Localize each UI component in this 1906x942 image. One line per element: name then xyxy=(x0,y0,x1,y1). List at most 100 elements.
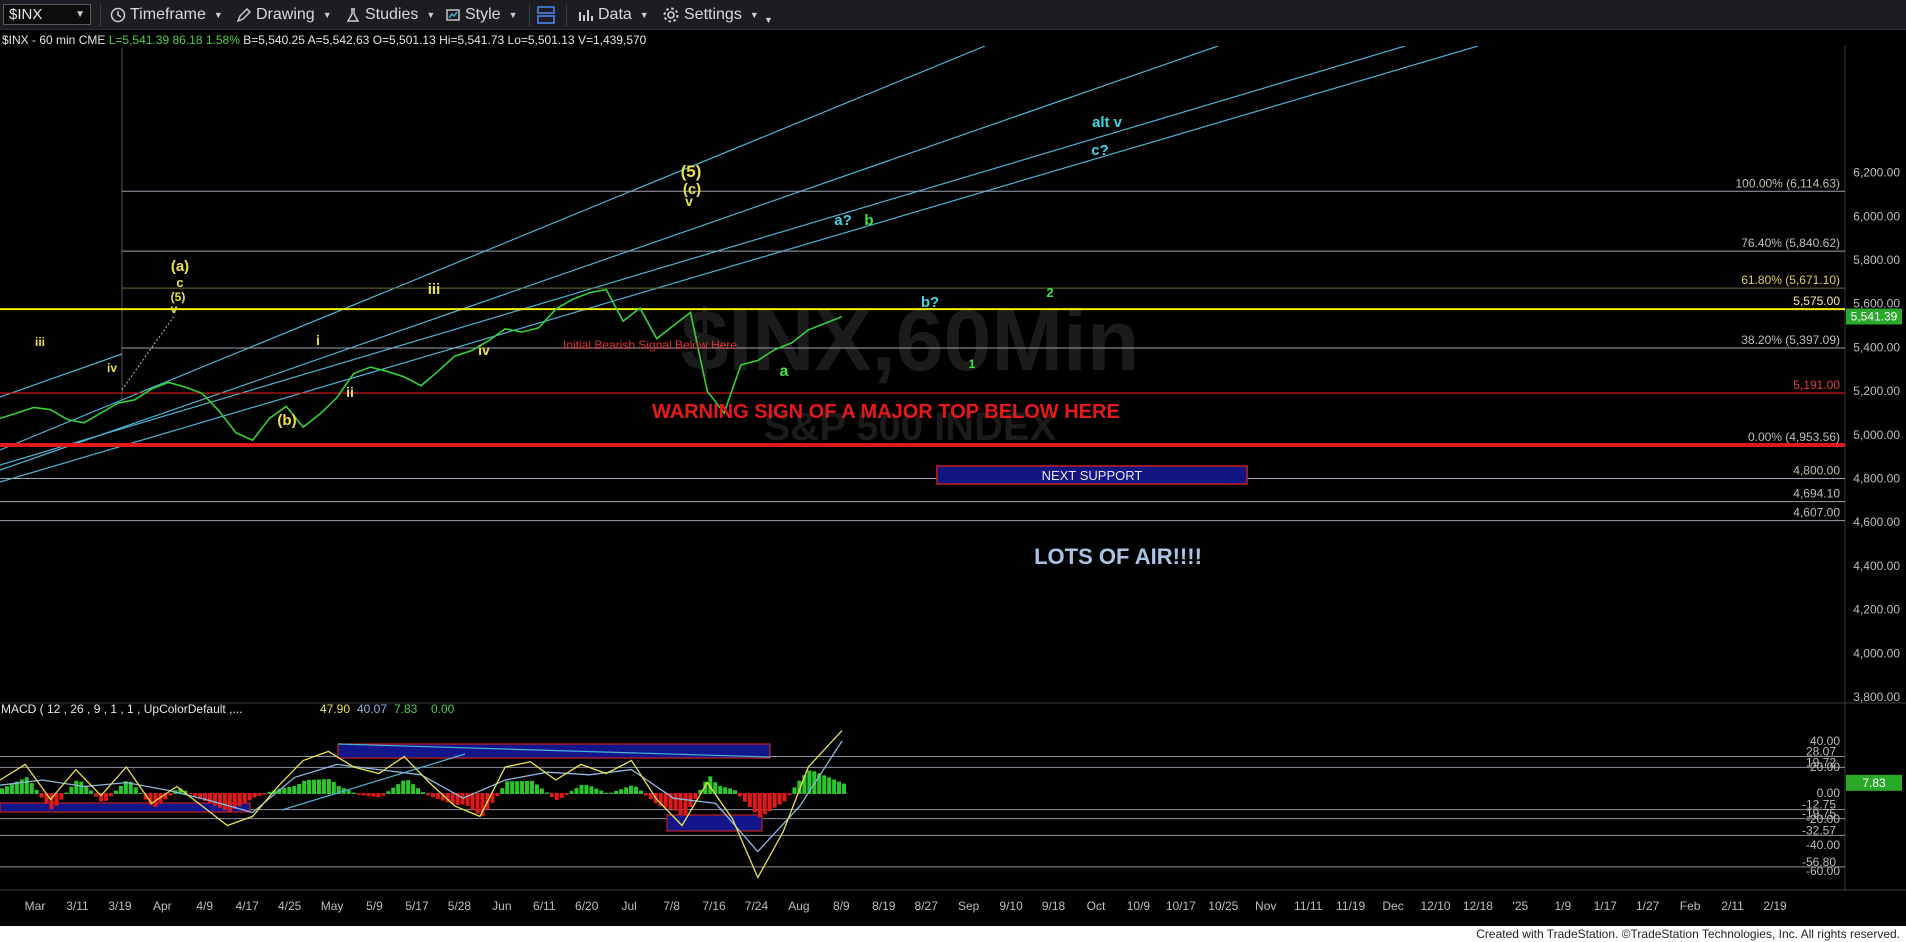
last-price-value: 5,541.39 xyxy=(1851,310,1898,324)
macd-histogram-bar xyxy=(49,793,54,810)
time-axis-tick: 8/19 xyxy=(872,899,896,913)
time-axis-tick: 7/8 xyxy=(663,899,680,913)
macd-histogram-bar xyxy=(495,793,500,796)
wave-label: a xyxy=(780,363,789,380)
macd-histogram-bar xyxy=(673,793,678,811)
price-axis-tick: 5,200.00 xyxy=(1853,384,1900,398)
macd-histogram-bar xyxy=(416,788,421,794)
drawing-button[interactable]: Drawing ▼ xyxy=(236,5,332,25)
price-axis-tick: 5,800.00 xyxy=(1853,253,1900,267)
macd-histogram-bar xyxy=(430,793,435,798)
time-axis-tick: 11/11 xyxy=(1294,899,1323,913)
macd-histogram-bar xyxy=(113,790,118,794)
more-button[interactable]: ▼ xyxy=(760,5,773,25)
wave-label: 2 xyxy=(1046,285,1053,300)
macd-histogram-bar xyxy=(742,793,747,802)
price-chart[interactable]: $INX,60MinS&P 500 INDEX 6,200.006,000.00… xyxy=(0,46,1906,926)
macd-histogram-bar xyxy=(619,789,624,794)
time-axis-tick: Jul xyxy=(621,899,636,913)
time-axis-tick: Sep xyxy=(958,899,980,913)
macd-box-bottom xyxy=(666,814,763,832)
macd-histogram-bar xyxy=(549,793,554,798)
macd-histogram-bar xyxy=(94,793,99,797)
macd-histogram-bar xyxy=(396,784,401,794)
chevron-down-icon: ▼ xyxy=(508,10,518,20)
chevron-down-icon: ▼ xyxy=(426,10,436,20)
macd-histogram-bar xyxy=(569,791,574,794)
macd-histogram-bar xyxy=(217,793,222,808)
macd-histogram-bar xyxy=(386,791,391,794)
wave-label: v xyxy=(171,302,178,316)
time-axis-tick: 4/9 xyxy=(196,899,213,913)
macd-histogram-bar xyxy=(837,781,842,794)
macd-histogram-bar xyxy=(0,788,4,794)
macd-histogram-bar xyxy=(520,781,525,794)
macd-value: 7.83 xyxy=(394,702,418,716)
macd-histogram-bar xyxy=(678,793,683,815)
studies-button[interactable]: Studies ▼ xyxy=(345,5,435,25)
chevron-down-icon: ▼ xyxy=(764,15,773,25)
time-axis-tick: 7/16 xyxy=(702,899,726,913)
macd-histogram-bar xyxy=(633,786,638,794)
macd-histogram-bar xyxy=(757,793,762,818)
level-label: 61.80% (5,671.10) xyxy=(1741,273,1840,287)
macd-histogram-bar xyxy=(767,793,772,811)
time-axis-tick: 2/19 xyxy=(1763,899,1787,913)
time-axis-tick: 7/24 xyxy=(745,899,769,913)
macd-value: 47.90 xyxy=(320,702,350,716)
macd-level-label: -56.80 xyxy=(1802,855,1836,869)
macd-histogram-bar xyxy=(411,784,416,794)
macd-histogram-bar xyxy=(262,793,267,795)
macd-axis-tick: -40.00 xyxy=(1806,838,1840,852)
macd-histogram-bar xyxy=(614,790,619,794)
macd-histogram-bar xyxy=(321,779,326,794)
time-axis-tick: May xyxy=(321,899,344,913)
info-bid: B=5,540.25 xyxy=(243,33,305,47)
macd-histogram-bar xyxy=(331,781,336,794)
timeframe-button[interactable]: Timeframe ▼ xyxy=(110,5,223,25)
price-axis-tick: 5,000.00 xyxy=(1853,428,1900,442)
macd-histogram-bar xyxy=(737,793,742,797)
chevron-down-icon: ▼ xyxy=(322,10,332,20)
macd-histogram-bar xyxy=(683,793,688,816)
layout-button[interactable] xyxy=(536,5,556,25)
toolbar-divider xyxy=(566,4,567,26)
settings-button[interactable]: Settings ▼ xyxy=(662,5,759,25)
macd-histogram-bar xyxy=(421,792,425,794)
wave-label: a? xyxy=(834,212,852,229)
macd-histogram-bar xyxy=(168,793,173,796)
symbol-input[interactable]: $INX ▼ xyxy=(3,4,91,25)
macd-histogram-bar xyxy=(752,793,757,813)
macd-histogram-bar xyxy=(435,793,440,799)
style-button[interactable]: Style ▼ xyxy=(445,5,518,25)
macd-histogram-bar xyxy=(212,793,217,806)
time-axis-tick: Dec xyxy=(1382,899,1403,913)
macd-histogram-bar xyxy=(356,793,361,795)
macd-histogram-bar xyxy=(718,785,723,794)
macd-histogram-bar xyxy=(302,780,307,794)
price-axis-tick: 4,400.00 xyxy=(1853,559,1900,573)
next-support-label: NEXT SUPPORT xyxy=(1042,468,1143,483)
macd-histogram-bar xyxy=(351,792,356,794)
macd-histogram-bar xyxy=(425,793,430,796)
macd-histogram-bar xyxy=(267,791,272,794)
macd-histogram-bar xyxy=(515,781,520,794)
time-axis-tick: 10/9 xyxy=(1127,899,1151,913)
time-axis-tick: 3/19 xyxy=(108,899,132,913)
info-exchange: CME xyxy=(78,33,106,47)
flask-icon xyxy=(346,8,360,22)
macd-histogram-bar xyxy=(138,792,143,794)
lots-of-air-label: LOTS OF AIR!!!! xyxy=(1034,544,1202,569)
wave-label: iv xyxy=(107,361,117,375)
time-axis-tick: 12/10 xyxy=(1420,899,1450,913)
data-button[interactable]: Data ▼ xyxy=(578,5,649,25)
macd-histogram-bar xyxy=(599,790,604,794)
macd-histogram-bar xyxy=(792,787,797,794)
time-axis-tick: 11/19 xyxy=(1336,899,1365,913)
time-axis-tick: 1/9 xyxy=(1554,899,1571,913)
time-axis-tick: 12/18 xyxy=(1463,899,1493,913)
wave-label: iv xyxy=(478,342,490,358)
warning-label: WARNING SIGN OF A MAJOR TOP BELOW HERE xyxy=(652,401,1120,423)
macd-histogram-bar xyxy=(787,793,792,796)
info-volume: V=1,439,570 xyxy=(577,33,647,47)
